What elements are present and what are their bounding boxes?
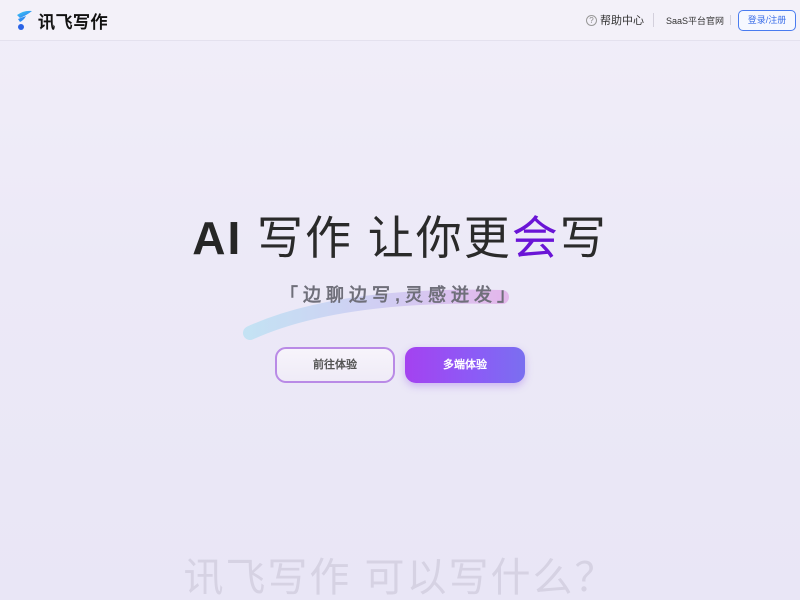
- hero-title-middle: 写作 让你更: [242, 212, 512, 264]
- hero-title-end: 写: [559, 212, 608, 264]
- help-center-label: 帮助中心: [600, 15, 644, 27]
- section-heading: 讯飞写作 可以写什么？: [183, 556, 617, 600]
- logo[interactable]: 讯飞写作: [14, 9, 108, 32]
- header-divider: [653, 13, 654, 27]
- multi-platform-button[interactable]: 多端体验: [405, 347, 525, 383]
- help-center-link[interactable]: ? 帮助中心: [586, 12, 644, 28]
- try-now-button[interactable]: 前往体验: [275, 347, 395, 383]
- top-header: 讯飞写作 ? 帮助中心 SaaS平台官网 登录/注册: [0, 0, 800, 41]
- hero-title-accent: 会: [511, 212, 560, 264]
- hero-title-ai: AI: [192, 212, 243, 264]
- login-register-button[interactable]: 登录/注册: [738, 10, 796, 31]
- saas-platform-link[interactable]: SaaS平台官网: [666, 14, 724, 27]
- logo-text: 讯飞写作: [38, 12, 108, 32]
- question-circle-icon: ?: [586, 14, 597, 26]
- header-divider: [730, 15, 731, 25]
- hero-title: AI 写作 让你更会写: [0, 210, 800, 266]
- hero-subtitle: 「边聊边写,灵感迸发」: [280, 285, 520, 305]
- xunfei-logo-icon: [17, 10, 32, 30]
